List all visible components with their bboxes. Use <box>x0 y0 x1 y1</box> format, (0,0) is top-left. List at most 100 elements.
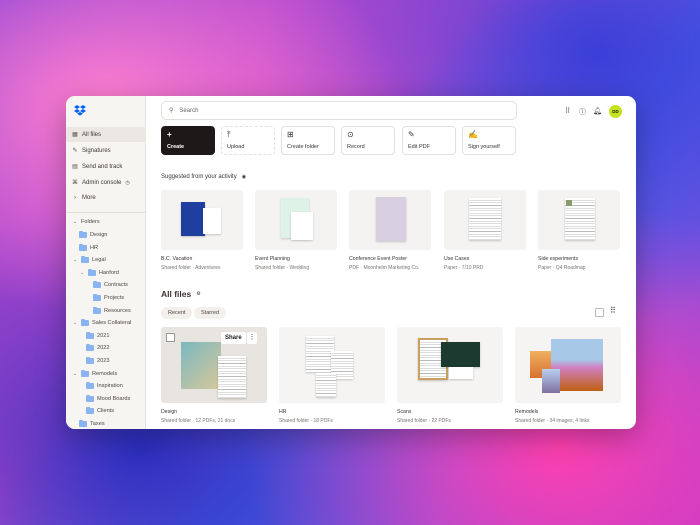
folder-taxes[interactable]: Taxes <box>79 419 105 429</box>
main-content: ⚲ Search ⠿ ⓘ 🔔︎ DD + Create ⤒ Upload ⊞ Creat… <box>146 96 636 429</box>
create-button[interactable]: + Create <box>161 126 215 155</box>
signature-icon: ✎ <box>72 148 78 154</box>
folder-card-meta: Shared folder · 34 images, 4 links <box>515 418 590 424</box>
folder-card[interactable] <box>515 327 621 403</box>
folder-card-meta: Shared folder · 18 PDFs <box>279 418 333 424</box>
folder-card-meta: Shared folder · 22 PDFs <box>397 418 451 424</box>
create-folder-button[interactable]: ⊞ Create folder <box>281 126 335 155</box>
grid-view-icon[interactable]: ⠿ <box>610 306 616 315</box>
folder-icon <box>81 319 89 327</box>
folder-2021[interactable]: 2021 <box>86 331 109 341</box>
chevron-right-icon: › <box>74 194 76 201</box>
folder-icon <box>93 294 101 301</box>
folder-card-name[interactable]: Remodels <box>515 409 538 415</box>
eye-icon[interactable]: ◉ <box>242 174 246 180</box>
folder-icon <box>86 331 94 339</box>
select-all-checkbox[interactable] <box>595 308 604 317</box>
folder-inspiration[interactable]: Inspiration <box>86 381 123 391</box>
avatar[interactable]: DD <box>609 105 622 118</box>
suggested-item-thumbnail[interactable] <box>444 190 526 250</box>
signature-icon: ✍ <box>468 130 478 139</box>
record-icon: ⊙ <box>347 130 354 139</box>
folder-legal[interactable]: ⌄ Legal <box>73 255 106 265</box>
admin-icon: ⌘ <box>72 180 78 186</box>
suggested-item-meta: PDF · Moonhelm Marketing Co. <box>349 265 420 271</box>
upload-button[interactable]: ⤒ Upload <box>221 126 275 155</box>
external-icon: ◷ <box>125 179 130 186</box>
folder-projects[interactable]: Projects <box>93 293 124 303</box>
sign-yourself-button[interactable]: ✍ Sign yourself <box>462 126 516 155</box>
chevron-down-icon: ⌄ <box>73 320 78 327</box>
folder-card[interactable] <box>279 327 385 403</box>
nav-all-files[interactable]: ▦ All files <box>66 127 146 142</box>
folder-card-name[interactable]: Design <box>161 409 177 415</box>
suggested-item-name[interactable]: Side experiments <box>538 256 578 262</box>
nav-send-and-track[interactable]: ▤ Send and track <box>66 159 146 174</box>
settings-icon[interactable]: ⚙ <box>196 291 200 297</box>
folder-plus-icon: ⊞ <box>287 130 294 139</box>
folder-icon <box>79 231 87 238</box>
folder-icon <box>81 256 89 264</box>
folder-icon <box>86 382 94 390</box>
suggested-item-thumbnail[interactable] <box>349 190 431 250</box>
suggested-item-name[interactable]: Conference Event Poster <box>349 256 407 262</box>
folder-mood-boards[interactable]: Mood Boards <box>86 394 130 404</box>
suggested-item-name[interactable]: Event Planning <box>255 256 290 262</box>
folder-sales-collateral[interactable]: ⌄ Sales Collateral <box>73 318 131 328</box>
folder-design[interactable]: Design <box>79 230 107 240</box>
suggested-item-meta: Shared folder · Adventures <box>161 265 221 271</box>
record-button[interactable]: ⊙ Record <box>341 126 395 155</box>
filter-recent[interactable]: Recent <box>161 307 193 319</box>
folder-icon <box>93 281 101 289</box>
folder-icon <box>79 420 87 427</box>
search-input[interactable]: ⚲ Search <box>161 101 517 120</box>
folder-clients[interactable]: Clients <box>86 406 114 416</box>
all-files-heading: All files ⚙ <box>161 289 201 299</box>
folder-icon <box>86 357 94 364</box>
suggested-heading: Suggested from your activity ◉ <box>161 174 247 180</box>
folder-hanford[interactable]: ⌄ Hanford <box>80 268 119 278</box>
help-icon[interactable]: ⓘ <box>579 107 586 117</box>
folder-resources[interactable]: Resources <box>93 306 131 316</box>
nav-signatures[interactable]: ✎ Signatures <box>66 143 146 158</box>
dropbox-logo-icon[interactable] <box>74 104 86 116</box>
sidebar: ▦ All files ✎ Signatures ▤ Send and track ⌘… <box>66 96 146 429</box>
filter-starred[interactable]: Starred <box>194 307 227 319</box>
suggested-item-thumbnail[interactable] <box>538 190 620 250</box>
folder-icon <box>88 268 96 276</box>
chevron-down-icon: ⌄ <box>80 269 85 276</box>
divider <box>66 212 146 213</box>
suggested-item-thumbnail[interactable] <box>255 190 337 250</box>
folder-card[interactable]: Share ⋮ <box>161 327 267 403</box>
folder-icon <box>81 369 89 377</box>
folder-hr[interactable]: HR <box>79 243 98 253</box>
folder-remodels[interactable]: ⌄ Remodels <box>73 369 117 379</box>
select-checkbox[interactable] <box>166 333 175 342</box>
folder-2022[interactable]: 2022 <box>86 343 109 353</box>
folder-card-meta: Shared folder · 12 PDFs, 21 docs <box>161 418 236 424</box>
folder-card-name[interactable]: HR <box>279 409 287 415</box>
nav-admin-console[interactable]: ⌘ Admin console ◷ <box>66 175 146 190</box>
send-icon: ▤ <box>72 164 78 170</box>
folder-icon <box>93 306 101 314</box>
suggested-item-thumbnail[interactable] <box>161 190 243 250</box>
folder-2023[interactable]: 2023 <box>86 356 109 366</box>
plus-icon: + <box>167 130 172 139</box>
suggested-item-name[interactable]: Use Cases <box>444 256 469 262</box>
folders-toggle[interactable]: ⌄ Folders <box>73 217 100 227</box>
nav-more[interactable]: › More <box>66 190 146 205</box>
edit-pdf-button[interactable]: ✎ Edit PDF <box>402 126 456 155</box>
folder-icon <box>79 243 87 251</box>
share-button[interactable]: Share <box>221 332 246 344</box>
chevron-down-icon: ⌄ <box>73 257 78 264</box>
suggested-item-name[interactable]: B.C. Vacation <box>161 256 192 262</box>
folder-card[interactable] <box>397 327 503 403</box>
search-icon: ⚲ <box>169 108 174 114</box>
bell-icon[interactable]: 🔔︎ <box>593 107 602 115</box>
files-icon: ▦ <box>72 132 78 138</box>
folder-contracts[interactable]: Contracts <box>93 280 128 290</box>
more-options-icon[interactable]: ⋮ <box>247 332 257 344</box>
folder-icon <box>86 344 94 352</box>
apps-grid-icon[interactable]: ⠿ <box>565 107 570 115</box>
folder-card-name[interactable]: Scans <box>397 409 411 415</box>
